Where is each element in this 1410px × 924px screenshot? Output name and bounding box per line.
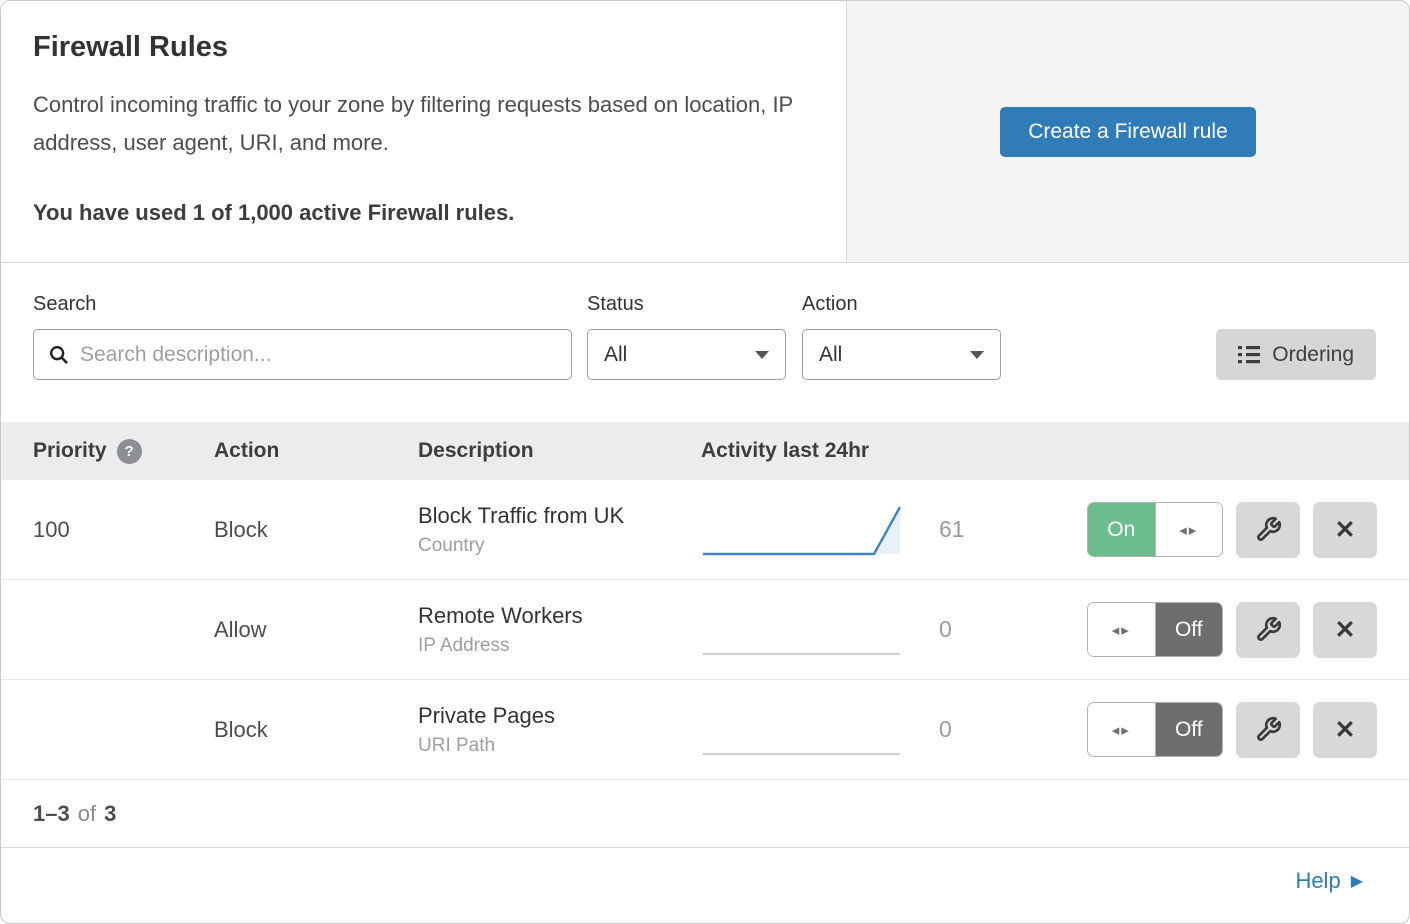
- page-title: Firewall Rules: [33, 31, 814, 64]
- activity-sparkline: [701, 699, 911, 761]
- create-firewall-rule-button[interactable]: Create a Firewall rule: [1000, 107, 1256, 157]
- delete-rule-button[interactable]: ✕: [1313, 702, 1377, 758]
- priority-help-icon[interactable]: ?: [117, 439, 142, 464]
- table-row: Block Private Pages URI Path 0 Off ◂▸ ✕: [1, 680, 1409, 780]
- search-icon: [48, 344, 70, 366]
- filter-bar: Search Status All Action All: [1, 263, 1409, 422]
- action-value: Block: [214, 517, 418, 543]
- column-priority: Priority ?: [33, 439, 214, 464]
- edit-rule-button[interactable]: [1236, 502, 1300, 558]
- ordering-button-label: Ordering: [1272, 343, 1354, 367]
- ordering-button[interactable]: Ordering: [1216, 329, 1376, 380]
- page-header: Firewall Rules Control incoming traffic …: [1, 1, 1409, 263]
- action-label: Action: [802, 293, 1001, 316]
- activity-count: 61: [911, 516, 1087, 543]
- description-cell: Private Pages URI Path: [418, 703, 701, 757]
- pagination-of: of: [78, 801, 96, 827]
- table-row: 100 Block Block Traffic from UK Country …: [1, 480, 1409, 580]
- rule-type: Country: [418, 535, 701, 557]
- search-input[interactable]: [80, 343, 557, 367]
- toggle-state-label: Off: [1155, 603, 1223, 656]
- action-select[interactable]: All: [802, 329, 1001, 380]
- action-select-value: All: [819, 343, 842, 367]
- close-icon: ✕: [1335, 615, 1356, 645]
- rule-type: IP Address: [418, 635, 701, 657]
- drag-handle-icon: ◂▸: [1088, 603, 1155, 656]
- description-cell: Remote Workers IP Address: [418, 603, 701, 657]
- column-priority-label: Priority: [33, 439, 107, 463]
- activity-sparkline: [701, 499, 911, 561]
- column-description: Description: [418, 439, 701, 463]
- action-value: Block: [214, 717, 418, 743]
- close-icon: ✕: [1335, 715, 1356, 745]
- firewall-rules-page: Firewall Rules Control incoming traffic …: [0, 0, 1410, 924]
- cta-panel: Create a Firewall rule: [846, 1, 1409, 262]
- column-action: Action: [214, 439, 418, 463]
- chevron-down-icon: [970, 351, 984, 359]
- wrench-icon: [1255, 516, 1282, 543]
- intro-panel: Firewall Rules Control incoming traffic …: [1, 1, 846, 262]
- description-cell: Block Traffic from UK Country: [418, 503, 701, 557]
- status-filter: Status All: [587, 293, 786, 380]
- activity-count: 0: [911, 716, 1087, 743]
- pagination-range: 1–3: [33, 801, 70, 827]
- enable-toggle[interactable]: Off ◂▸: [1087, 602, 1223, 657]
- rule-description: Private Pages: [418, 703, 701, 729]
- delete-rule-button[interactable]: ✕: [1313, 502, 1377, 558]
- enable-toggle[interactable]: On ◂▸: [1087, 502, 1223, 557]
- close-icon: ✕: [1335, 515, 1356, 545]
- table-header: Priority ? Action Description Activity l…: [1, 422, 1409, 480]
- enable-toggle[interactable]: Off ◂▸: [1087, 702, 1223, 757]
- search-label: Search: [33, 293, 572, 316]
- help-link[interactable]: Help ▶: [1295, 868, 1363, 894]
- search-filter: Search: [33, 293, 572, 380]
- pagination: 1–3 of 3: [1, 780, 1409, 848]
- toggle-state-label: Off: [1155, 703, 1223, 756]
- status-select[interactable]: All: [587, 329, 786, 380]
- ordered-list-icon: [1238, 345, 1260, 364]
- arrow-right-icon: ▶: [1351, 871, 1363, 891]
- edit-rule-button[interactable]: [1236, 702, 1300, 758]
- rule-description: Remote Workers: [418, 603, 701, 629]
- rule-description: Block Traffic from UK: [418, 503, 701, 529]
- table-row: Allow Remote Workers IP Address 0 Off ◂▸…: [1, 580, 1409, 680]
- pagination-total: 3: [104, 801, 116, 827]
- drag-handle-icon: ◂▸: [1156, 503, 1223, 556]
- action-value: Allow: [214, 617, 418, 643]
- help-row: Help ▶: [1, 848, 1409, 914]
- row-controls: Off ◂▸ ✕: [1087, 702, 1377, 758]
- chevron-down-icon: [755, 351, 769, 359]
- row-controls: Off ◂▸ ✕: [1087, 602, 1377, 658]
- action-filter: Action All: [802, 293, 1001, 380]
- help-link-label: Help: [1295, 868, 1340, 894]
- priority-value: 100: [33, 517, 214, 543]
- wrench-icon: [1255, 616, 1282, 643]
- drag-handle-icon: ◂▸: [1088, 703, 1155, 756]
- rule-type: URI Path: [418, 735, 701, 757]
- edit-rule-button[interactable]: [1236, 602, 1300, 658]
- usage-summary: You have used 1 of 1,000 active Firewall…: [33, 200, 814, 226]
- search-box[interactable]: [33, 329, 572, 380]
- wrench-icon: [1255, 716, 1282, 743]
- activity-sparkline: [701, 599, 911, 661]
- row-controls: On ◂▸ ✕: [1087, 502, 1377, 558]
- column-activity: Activity last 24hr: [701, 439, 1087, 463]
- page-description: Control incoming traffic to your zone by…: [33, 86, 808, 162]
- activity-count: 0: [911, 616, 1087, 643]
- status-select-value: All: [604, 343, 627, 367]
- delete-rule-button[interactable]: ✕: [1313, 602, 1377, 658]
- status-label: Status: [587, 293, 786, 316]
- toggle-state-label: On: [1088, 503, 1156, 556]
